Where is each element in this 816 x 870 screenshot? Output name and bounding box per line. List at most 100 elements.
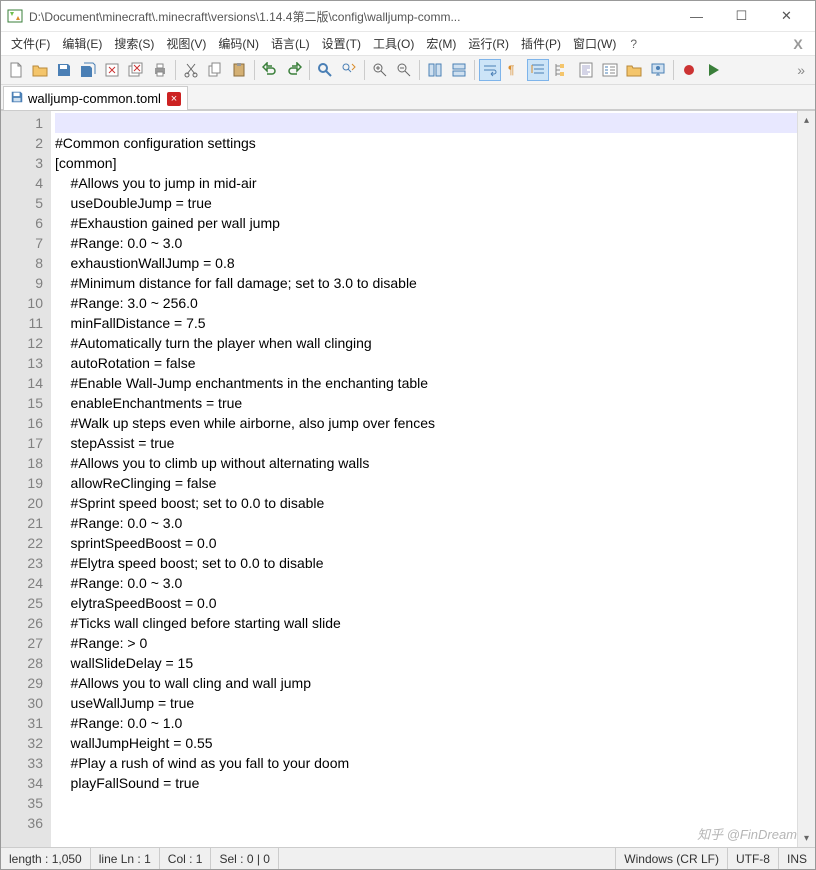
- vertical-scrollbar[interactable]: ▴ ▾: [797, 111, 815, 847]
- code-line[interactable]: #Range: > 0: [55, 633, 797, 653]
- redo-icon[interactable]: [283, 59, 305, 81]
- indent-guide-icon[interactable]: [527, 59, 549, 81]
- code-line[interactable]: #Common configuration settings: [55, 133, 797, 153]
- code-line[interactable]: enableEnchantments = true: [55, 393, 797, 413]
- tab-close-button[interactable]: ×: [167, 92, 181, 106]
- func-list-icon[interactable]: [599, 59, 621, 81]
- copy-icon[interactable]: [204, 59, 226, 81]
- code-line[interactable]: stepAssist = true: [55, 433, 797, 453]
- code-line[interactable]: #Allows you to wall cling and wall jump: [55, 673, 797, 693]
- minimize-button[interactable]: —: [674, 2, 719, 30]
- code-line[interactable]: #Ticks wall clinged before starting wall…: [55, 613, 797, 633]
- tab-filename: walljump-common.toml: [28, 91, 161, 106]
- disk-icon: [10, 90, 24, 107]
- close-all-icon[interactable]: [125, 59, 147, 81]
- menu-file[interactable]: 文件(F): [5, 32, 56, 55]
- paste-icon[interactable]: [228, 59, 250, 81]
- zoom-in-icon[interactable]: [369, 59, 391, 81]
- code-line[interactable]: #Range: 0.0 ~ 3.0: [55, 233, 797, 253]
- folder-icon[interactable]: [623, 59, 645, 81]
- file-tab[interactable]: walljump-common.toml ×: [3, 86, 188, 110]
- maximize-button[interactable]: ☐: [719, 2, 764, 30]
- scroll-up-button[interactable]: ▴: [798, 111, 815, 129]
- folder-tree-icon[interactable]: [551, 59, 573, 81]
- code-line[interactable]: sprintSpeedBoost = 0.0: [55, 533, 797, 553]
- app-icon: [7, 8, 23, 24]
- code-area[interactable]: #Common configuration settings[common] #…: [51, 111, 797, 847]
- code-line[interactable]: #Enable Wall-Jump enchantments in the en…: [55, 373, 797, 393]
- code-line[interactable]: [common]: [55, 153, 797, 173]
- code-line[interactable]: #Range: 0.0 ~ 3.0: [55, 573, 797, 593]
- sync-h-icon[interactable]: [448, 59, 470, 81]
- code-line[interactable]: #Allows you to jump in mid-air: [55, 173, 797, 193]
- code-line[interactable]: wallJumpHeight = 0.55: [55, 733, 797, 753]
- menu-settings[interactable]: 设置(T): [316, 32, 367, 55]
- menu-window[interactable]: 窗口(W): [567, 32, 622, 55]
- record-icon[interactable]: [678, 59, 700, 81]
- print-icon[interactable]: [149, 59, 171, 81]
- show-all-icon[interactable]: ¶: [503, 59, 525, 81]
- menu-run[interactable]: 运行(R): [462, 32, 515, 55]
- code-line[interactable]: #Sprint speed boost; set to 0.0 to disab…: [55, 493, 797, 513]
- toolbar-overflow-button[interactable]: »: [791, 62, 811, 78]
- code-line[interactable]: #Range: 0.0 ~ 3.0: [55, 513, 797, 533]
- code-line[interactable]: autoRotation = false: [55, 353, 797, 373]
- code-line[interactable]: [55, 113, 797, 133]
- code-line[interactable]: #Range: 3.0 ~ 256.0: [55, 293, 797, 313]
- scroll-down-button[interactable]: ▾: [798, 829, 815, 847]
- code-line[interactable]: #Elytra speed boost; set to 0.0 to disab…: [55, 553, 797, 573]
- status-bar: length : 1,050 line Ln : 1 Col : 1 Sel :…: [1, 847, 815, 869]
- code-line[interactable]: exhaustionWallJump = 0.8: [55, 253, 797, 273]
- code-line[interactable]: #Range: 0.0 ~ 1.0: [55, 713, 797, 733]
- code-line[interactable]: #Walk up steps even while airborne, also…: [55, 413, 797, 433]
- menu-help[interactable]: ?: [624, 34, 643, 54]
- line-number-gutter: 1234567891011121314151617181920212223242…: [1, 111, 51, 847]
- code-line[interactable]: playFallSound = true: [55, 773, 797, 793]
- tab-bar: walljump-common.toml ×: [1, 85, 815, 110]
- code-line[interactable]: allowReClinging = false: [55, 473, 797, 493]
- menu-language[interactable]: 语言(L): [265, 32, 316, 55]
- status-length: length : 1,050: [1, 848, 91, 869]
- code-line[interactable]: elytraSpeedBoost = 0.0: [55, 593, 797, 613]
- editor: 1234567891011121314151617181920212223242…: [1, 110, 815, 847]
- save-icon[interactable]: [53, 59, 75, 81]
- status-eol[interactable]: Windows (CR LF): [616, 848, 728, 869]
- play-icon[interactable]: [702, 59, 724, 81]
- code-line[interactable]: #Minimum distance for fall damage; set t…: [55, 273, 797, 293]
- sync-v-icon[interactable]: [424, 59, 446, 81]
- status-ins[interactable]: INS: [779, 848, 815, 869]
- doc-map-icon[interactable]: [575, 59, 597, 81]
- find-icon[interactable]: [314, 59, 336, 81]
- menu-macro[interactable]: 宏(M): [420, 32, 462, 55]
- open-file-icon[interactable]: [29, 59, 51, 81]
- code-line[interactable]: #Allows you to climb up without alternat…: [55, 453, 797, 473]
- menu-encoding[interactable]: 编码(N): [212, 32, 265, 55]
- code-line[interactable]: #Automatically turn the player when wall…: [55, 333, 797, 353]
- status-encoding[interactable]: UTF-8: [728, 848, 779, 869]
- menu-edit[interactable]: 编辑(E): [56, 32, 108, 55]
- monitor-icon[interactable]: [647, 59, 669, 81]
- wordwrap-icon[interactable]: [479, 59, 501, 81]
- menu-tools[interactable]: 工具(O): [367, 32, 420, 55]
- close-window-button[interactable]: ✕: [764, 2, 809, 30]
- new-file-icon[interactable]: [5, 59, 27, 81]
- code-line[interactable]: useWallJump = true: [55, 693, 797, 713]
- cut-icon[interactable]: [180, 59, 202, 81]
- menu-bar: 文件(F) 编辑(E) 搜索(S) 视图(V) 编码(N) 语言(L) 设置(T…: [1, 31, 815, 55]
- save-all-icon[interactable]: [77, 59, 99, 81]
- menu-view[interactable]: 视图(V): [160, 32, 212, 55]
- tab-close-x[interactable]: X: [785, 36, 811, 52]
- window-path: D:\Document\minecraft\.minecraft\version…: [29, 8, 674, 25]
- close-icon[interactable]: [101, 59, 123, 81]
- menu-plugins[interactable]: 插件(P): [515, 32, 567, 55]
- zoom-out-icon[interactable]: [393, 59, 415, 81]
- status-sel: Sel : 0 | 0: [211, 848, 278, 869]
- code-line[interactable]: wallSlideDelay = 15: [55, 653, 797, 673]
- code-line[interactable]: #Play a rush of wind as you fall to your…: [55, 753, 797, 773]
- undo-icon[interactable]: [259, 59, 281, 81]
- code-line[interactable]: #Exhaustion gained per wall jump: [55, 213, 797, 233]
- code-line[interactable]: useDoubleJump = true: [55, 193, 797, 213]
- replace-icon[interactable]: [338, 59, 360, 81]
- menu-search[interactable]: 搜索(S): [108, 32, 160, 55]
- code-line[interactable]: minFallDistance = 7.5: [55, 313, 797, 333]
